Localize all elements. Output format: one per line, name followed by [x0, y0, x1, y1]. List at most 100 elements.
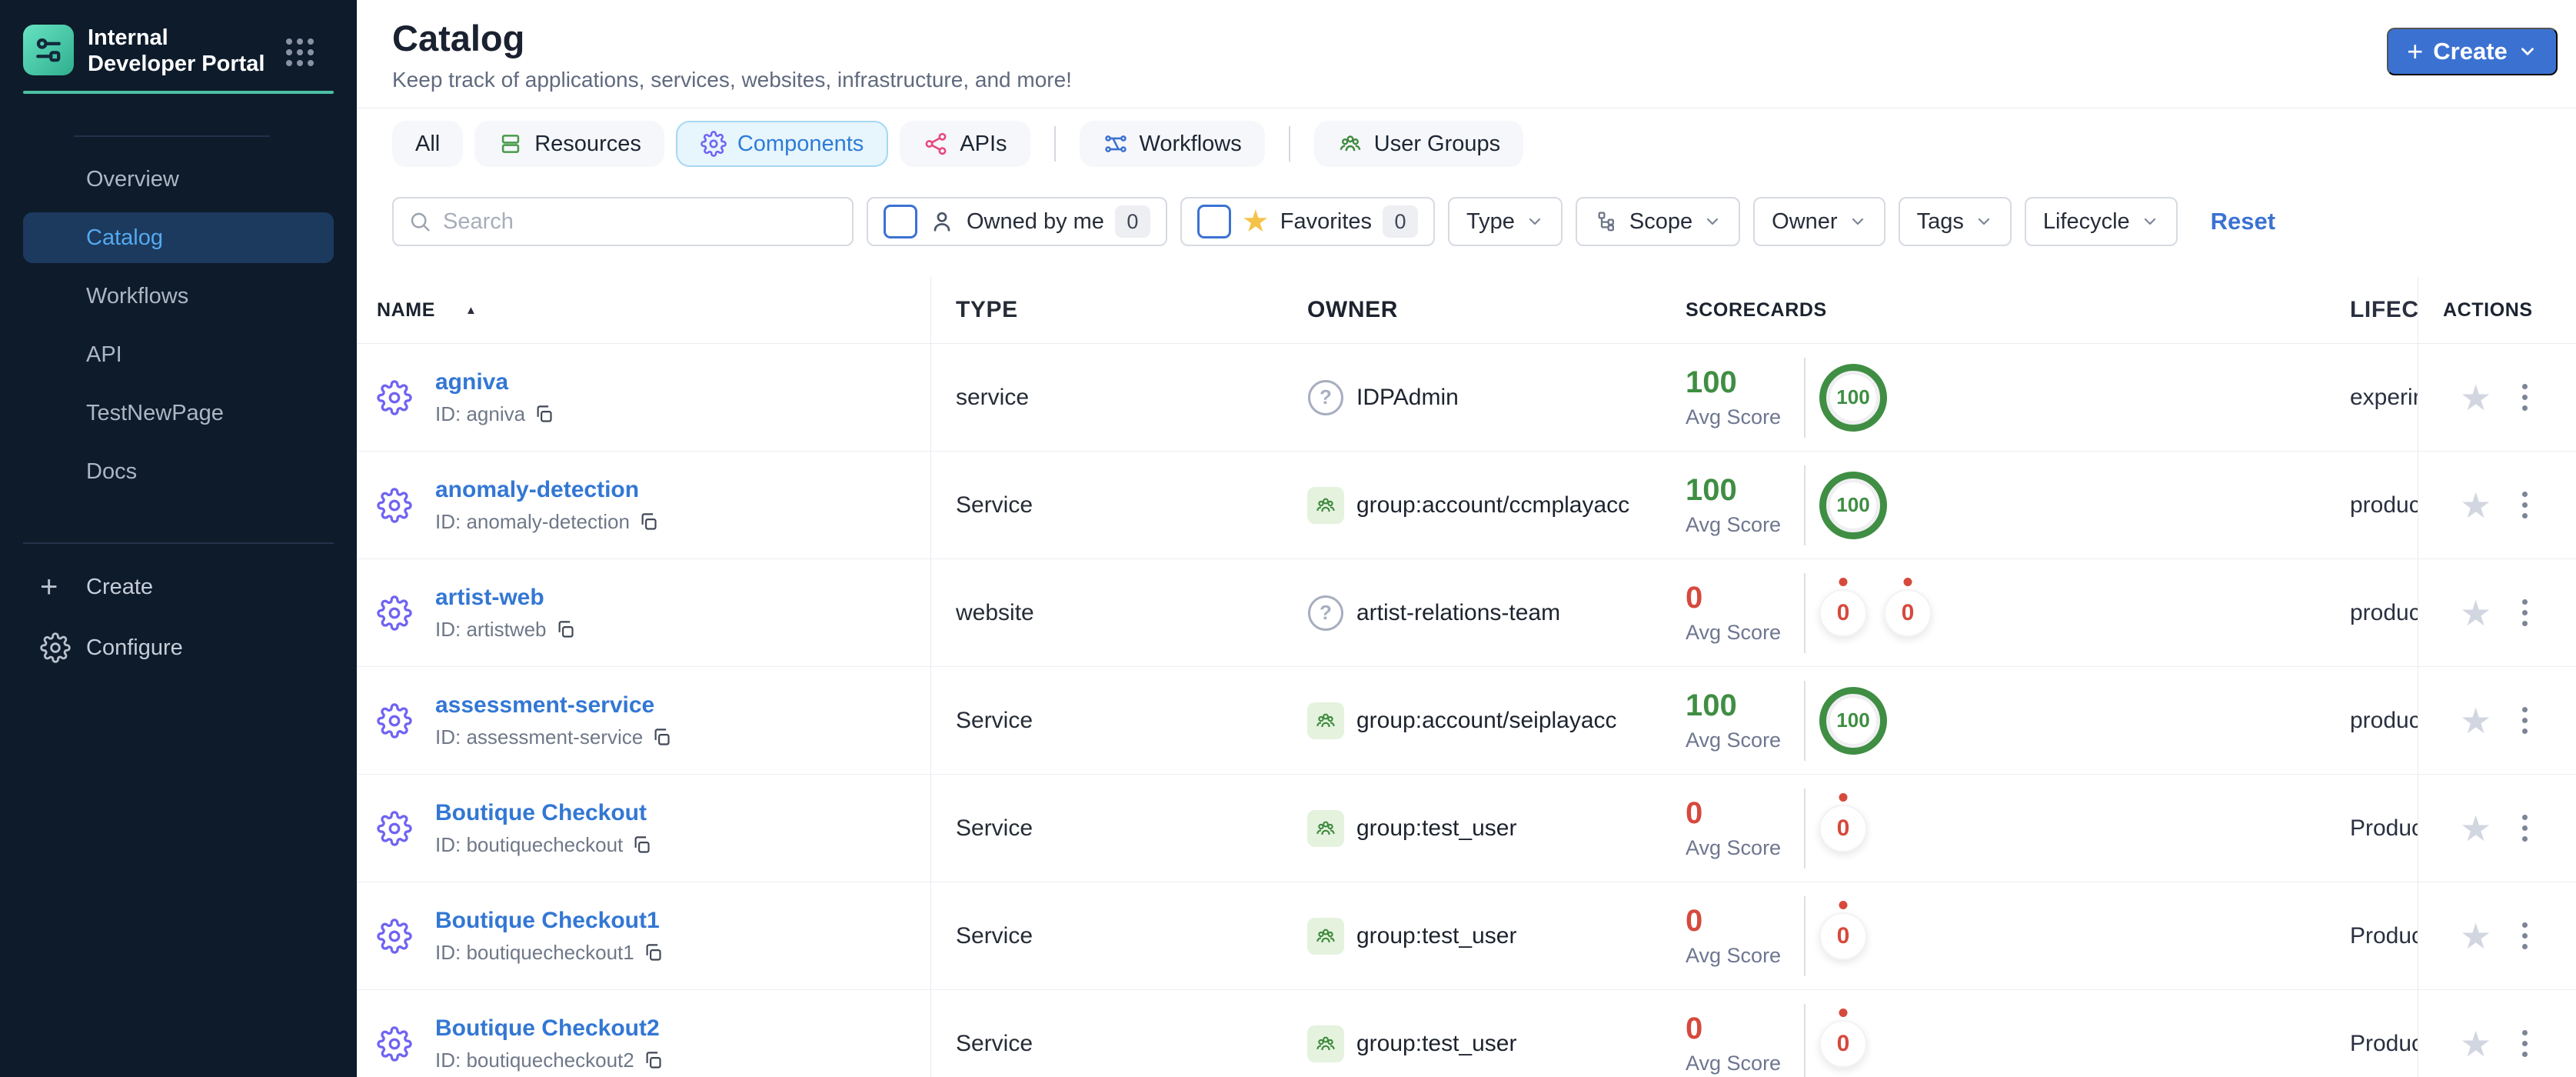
- kebab-menu-icon[interactable]: [2518, 1025, 2532, 1062]
- reset-filters-link[interactable]: Reset: [2211, 208, 2275, 235]
- lifecycle-filter-dropdown[interactable]: Lifecycle: [2024, 197, 2178, 246]
- kebab-menu-icon[interactable]: [2518, 810, 2532, 846]
- sidebar-create-label: Create: [86, 574, 154, 599]
- favorite-star-icon[interactable]: ★: [2460, 919, 2491, 954]
- copy-icon[interactable]: [651, 727, 672, 748]
- tab-resources[interactable]: Resources: [474, 121, 664, 167]
- type-filter-label: Type: [1466, 208, 1515, 234]
- tab-components-label: Components: [737, 131, 864, 156]
- component-gear-icon: [377, 702, 412, 739]
- scorecard-rings: 0: [1819, 792, 1867, 852]
- sidebar-item-api[interactable]: API: [23, 329, 334, 380]
- favorite-star-icon[interactable]: ★: [2460, 488, 2491, 523]
- header-name[interactable]: NAME ▲: [357, 277, 931, 343]
- component-type: service: [956, 384, 1030, 410]
- owner-filter-dropdown[interactable]: Owner: [1753, 197, 1885, 246]
- favorite-star-icon[interactable]: ★: [2460, 703, 2491, 739]
- header-type: TYPE: [956, 297, 1018, 322]
- sidebar-item-docs[interactable]: Docs: [23, 446, 334, 497]
- question-icon: ?: [1308, 379, 1343, 415]
- search-input[interactable]: [443, 208, 838, 235]
- chevron-down-icon: [2141, 212, 2159, 231]
- sidebar-section-divider: [74, 135, 270, 137]
- component-name-link[interactable]: anomaly-detection: [435, 477, 659, 503]
- component-name-link[interactable]: artist-web: [435, 585, 576, 611]
- avg-score: 0 Avg Score: [1686, 581, 1782, 644]
- favorites-checkbox[interactable]: [1196, 205, 1231, 238]
- kebab-menu-icon[interactable]: [2518, 918, 2532, 954]
- component-name-link[interactable]: agniva: [435, 369, 554, 395]
- owned-by-me-label: Owned by me: [967, 208, 1104, 234]
- page-title: Catalog: [392, 18, 525, 58]
- scope-filter-dropdown[interactable]: Scope: [1575, 197, 1741, 246]
- copy-icon[interactable]: [638, 512, 659, 532]
- portal-logo-icon: [23, 25, 74, 75]
- tab-all[interactable]: All: [392, 121, 464, 167]
- component-id: ID: assessment-service: [435, 725, 644, 749]
- favorite-star-icon[interactable]: ★: [2460, 811, 2491, 846]
- component-name-link[interactable]: assessment-service: [435, 692, 672, 719]
- owned-by-me-filter[interactable]: Owned by me 0: [867, 197, 1167, 246]
- lifecycle-value: experimental: [2350, 384, 2418, 410]
- component-type: website: [956, 599, 1034, 625]
- user-groups-icon: [1337, 131, 1363, 157]
- avg-score: 100 Avg Score: [1686, 689, 1782, 752]
- copy-icon[interactable]: [534, 404, 554, 425]
- components-gear-icon: [701, 131, 727, 157]
- tab-user-groups[interactable]: User Groups: [1313, 121, 1524, 167]
- sidebar-item-workflows[interactable]: Workflows: [23, 271, 334, 322]
- sidebar-create-button[interactable]: + Create: [23, 562, 334, 612]
- sidebar-item-testnewpage[interactable]: TestNewPage: [23, 388, 334, 438]
- type-filter-dropdown[interactable]: Type: [1448, 197, 1563, 246]
- tab-components[interactable]: Components: [675, 121, 889, 167]
- copy-icon[interactable]: [643, 942, 664, 963]
- favorites-label: Favorites: [1280, 208, 1373, 234]
- owner-label: group:test_user: [1356, 922, 1517, 949]
- copy-icon[interactable]: [643, 1050, 664, 1071]
- scorecard-ring: 0: [1819, 900, 1867, 960]
- component-name-link[interactable]: Boutique Checkout1: [435, 908, 664, 934]
- brand-underline: [23, 91, 334, 94]
- favorite-star-icon[interactable]: ★: [2460, 1026, 2491, 1062]
- owner-label: group:test_user: [1356, 815, 1517, 841]
- question-icon: ?: [1308, 595, 1343, 631]
- tab-apis[interactable]: APIs: [900, 121, 1030, 167]
- star-icon: ★: [1241, 205, 1270, 238]
- score-divider: [1804, 572, 1806, 653]
- avg-score: 100 Avg Score: [1686, 473, 1782, 536]
- kebab-menu-icon[interactable]: [2518, 702, 2532, 739]
- score-divider: [1804, 465, 1806, 545]
- chevron-down-icon: [1849, 212, 1867, 231]
- kebab-menu-icon[interactable]: [2518, 595, 2532, 631]
- favorites-filter[interactable]: ★ Favorites 0: [1180, 197, 1436, 246]
- copy-icon[interactable]: [631, 835, 652, 855]
- sidebar-item-overview[interactable]: Overview: [23, 154, 334, 205]
- create-button[interactable]: + Create: [2387, 28, 2558, 75]
- sidebar-configure-button[interactable]: Configure: [23, 622, 334, 673]
- owned-by-me-checkbox[interactable]: [884, 205, 917, 238]
- owner-label: group:account/ccmplayacc: [1356, 492, 1630, 518]
- kebab-menu-icon[interactable]: [2518, 487, 2532, 523]
- tab-workflows[interactable]: Workflows: [1079, 121, 1265, 167]
- lifecycle-value: Production: [2350, 922, 2418, 949]
- scorecard-rings: 00: [1819, 577, 1932, 637]
- app-grid-icon[interactable]: [286, 38, 314, 66]
- owner-label: artist-relations-team: [1356, 599, 1561, 625]
- favorite-star-icon[interactable]: ★: [2460, 380, 2491, 415]
- favorites-count: 0: [1383, 205, 1419, 238]
- scope-filter-label: Scope: [1629, 208, 1693, 234]
- component-name-link[interactable]: Boutique Checkout: [435, 800, 652, 826]
- chevron-down-icon: [1975, 212, 1993, 231]
- favorite-star-icon[interactable]: ★: [2460, 595, 2491, 631]
- table-row: Boutique Checkout1 ID: boutiquecheckout1…: [357, 882, 2576, 990]
- kebab-menu-icon[interactable]: [2518, 379, 2532, 415]
- copy-icon[interactable]: [555, 619, 576, 640]
- component-name-link[interactable]: Boutique Checkout2: [435, 1015, 664, 1042]
- owned-by-me-count: 0: [1114, 205, 1150, 238]
- header-name-label: NAME: [377, 298, 436, 321]
- tags-filter-dropdown[interactable]: Tags: [1898, 197, 2012, 246]
- sidebar-item-catalog[interactable]: Catalog: [23, 212, 334, 263]
- user-group-icon: [1307, 809, 1344, 847]
- brand: Internal Developer Portal: [23, 25, 266, 77]
- chevron-down-icon: [1703, 212, 1722, 231]
